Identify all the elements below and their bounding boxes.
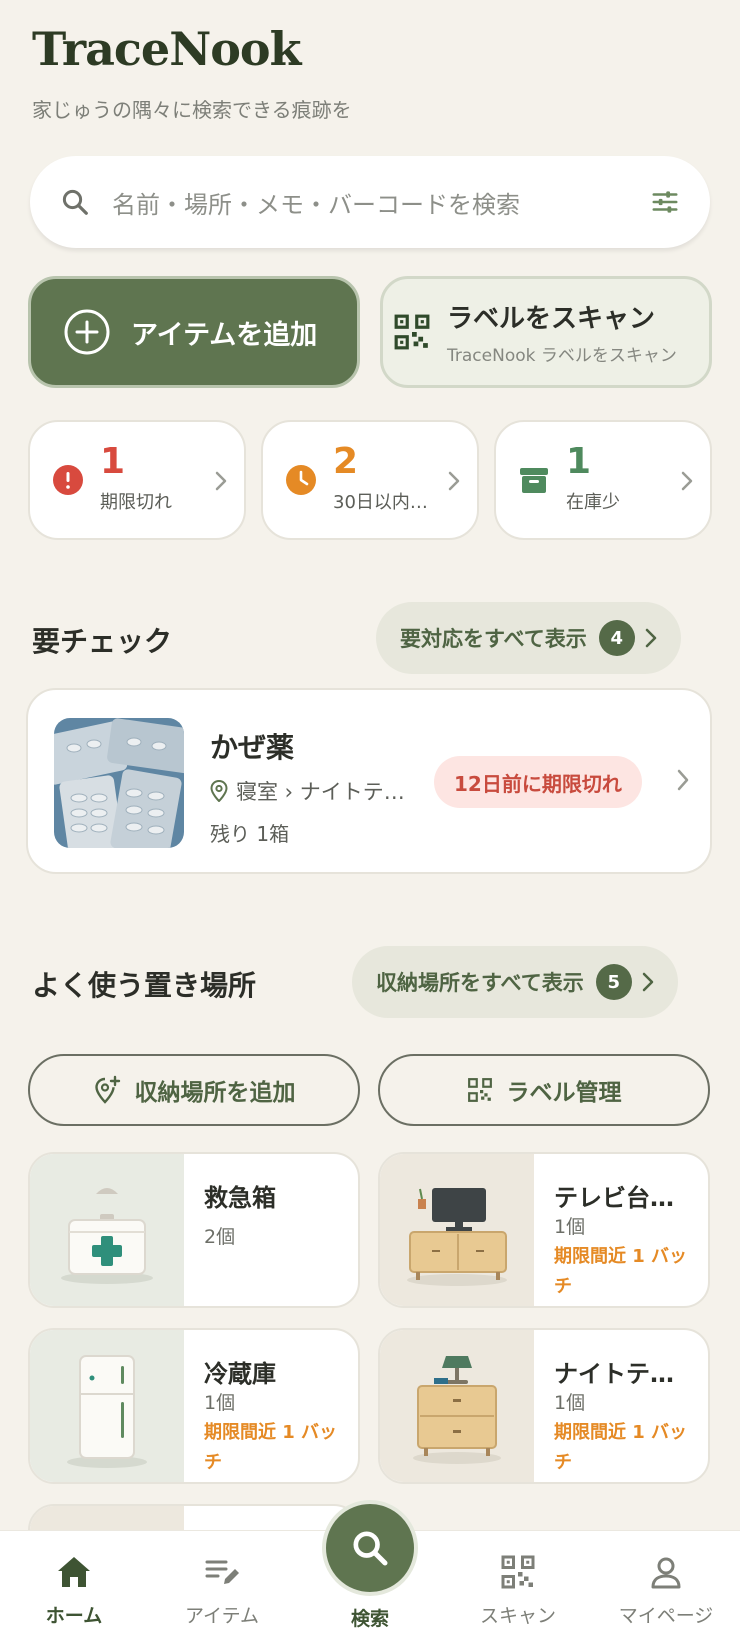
qr-code-icon <box>394 314 430 350</box>
qr-code-icon <box>467 1078 492 1102</box>
nav-scan[interactable]: スキャン <box>444 1531 592 1643</box>
nav-items[interactable]: アイテム <box>148 1531 296 1643</box>
medicine-thumbnail <box>54 718 184 848</box>
place-name: ナイトテ… <box>554 1360 674 1388</box>
manage-labels-button[interactable]: ラベル管理 <box>378 1054 710 1126</box>
stat-expiring-label: 30日以内… <box>333 492 428 513</box>
nightstand-illustration <box>380 1330 534 1482</box>
stat-expired-label: 期限切れ <box>100 492 172 513</box>
place-name: テレビ台… <box>554 1184 674 1212</box>
view-all-places-button[interactable]: 収納場所をすべて表示 5 <box>352 946 678 1018</box>
nav-home-label: ホーム <box>45 1605 103 1627</box>
tv-stand-illustration <box>380 1154 534 1306</box>
user-icon <box>651 1557 681 1589</box>
add-place-label: 収納場所を追加 <box>134 1080 296 1106</box>
home-icon <box>58 1557 90 1587</box>
place-item-count: 1個 <box>554 1216 586 1238</box>
chevron-right-icon <box>642 972 653 992</box>
search-bar[interactable]: 名前・場所・メモ・バーコードを検索 <box>30 156 710 248</box>
place-item-count: 2個 <box>204 1226 236 1248</box>
app-title: TraceNook <box>32 22 301 76</box>
scan-label-title: ラベルをスキャン <box>447 304 656 334</box>
item-name: かぜ薬 <box>210 731 295 764</box>
item-quantity: 残り 1箱 <box>210 822 290 846</box>
qr-code-icon <box>501 1555 535 1589</box>
stat-expiring-count: 2 <box>333 441 359 482</box>
view-all-places-label: 収納場所をすべて表示 <box>376 971 584 995</box>
nav-home[interactable]: ホーム <box>0 1531 148 1643</box>
nav-items-label: アイテム <box>184 1605 260 1627</box>
search-input[interactable]: 名前・場所・メモ・バーコードを検索 <box>112 185 650 220</box>
item-location-text: 寝室 › ナイトテ… <box>236 780 405 804</box>
app-subtitle: 家じゅうの隅々に検索できる痕跡を <box>32 98 352 122</box>
place-card-fridge[interactable]: 冷蔵庫 1個 期限間近 1 バッチ <box>28 1328 360 1484</box>
place-name: 冷蔵庫 <box>204 1360 276 1388</box>
search-icon <box>62 189 88 215</box>
nav-scan-label: スキャン <box>479 1605 556 1627</box>
add-item-label: アイテムを追加 <box>131 319 318 351</box>
expired-status-badge: 12日前に期限切れ <box>434 756 642 808</box>
place-expiry-warning: 期限間近 1 バッチ <box>554 1246 688 1297</box>
nav-search-fab[interactable] <box>322 1500 418 1596</box>
stat-low-stock[interactable]: 1 在庫少 <box>494 420 712 540</box>
places-section-title: よく使う置き場所 <box>32 969 257 1002</box>
nav-mypage-label: マイページ <box>618 1605 714 1627</box>
stat-expiring-soon[interactable]: 2 30日以内… <box>261 420 479 540</box>
chevron-right-icon <box>677 769 689 791</box>
place-card-first-aid[interactable]: 救急箱 2個 <box>28 1152 360 1308</box>
place-item-count: 1個 <box>204 1392 236 1414</box>
attention-section-title: 要チェック <box>32 625 173 658</box>
place-name: 救急箱 <box>204 1184 276 1212</box>
chevron-right-icon <box>448 471 460 491</box>
alert-icon <box>53 465 83 495</box>
search-icon <box>353 1531 388 1566</box>
nav-mypage[interactable]: マイページ <box>592 1531 740 1643</box>
place-item-count: 1個 <box>554 1392 586 1414</box>
stat-low-stock-label: 在庫少 <box>566 492 620 513</box>
place-expiry-warning: 期限間近 1 バッチ <box>204 1422 338 1473</box>
place-card-nightstand[interactable]: ナイトテ… 1個 期限間近 1 バッチ <box>378 1328 710 1484</box>
add-item-button[interactable]: アイテムを追加 <box>28 276 360 388</box>
chevron-right-icon <box>681 471 693 491</box>
add-place-button[interactable]: 収納場所を追加 <box>28 1054 360 1126</box>
chevron-right-icon <box>215 471 227 491</box>
filter-icon[interactable] <box>650 187 680 217</box>
edit-list-icon <box>205 1560 239 1584</box>
places-count-badge: 5 <box>595 964 632 1000</box>
item-location: 寝室 › ナイトテ… <box>210 776 405 806</box>
plus-circle-icon <box>64 309 110 355</box>
nav-search-label: 検索 <box>350 1608 389 1630</box>
manage-labels-label: ラベル管理 <box>506 1080 622 1106</box>
place-expiry-warning: 期限間近 1 バッチ <box>554 1422 688 1473</box>
clock-icon <box>286 465 316 495</box>
first-aid-kit-illustration <box>30 1154 184 1306</box>
location-pin-icon <box>210 780 228 802</box>
archive-box-icon <box>520 468 548 493</box>
attention-item-card[interactable]: かぜ薬 寝室 › ナイトテ… 残り 1箱 12日前に期限切れ <box>26 688 712 874</box>
location-add-icon <box>94 1075 120 1104</box>
stat-expired[interactable]: 1 期限切れ <box>28 420 246 540</box>
stat-expired-count: 1 <box>100 441 126 482</box>
chevron-right-icon <box>645 628 656 648</box>
attention-count-badge: 4 <box>598 620 635 656</box>
stat-low-stock-count: 1 <box>566 441 592 482</box>
scan-label-subtitle: TraceNook ラベルをスキャン <box>447 346 677 366</box>
place-card-tv-stand[interactable]: テレビ台… 1個 期限間近 1 バッチ <box>378 1152 710 1308</box>
view-all-attention-button[interactable]: 要対応をすべて表示 4 <box>376 602 681 674</box>
view-all-attention-label: 要対応をすべて表示 <box>400 627 587 651</box>
scan-label-button[interactable]: ラベルをスキャン TraceNook ラベルをスキャン <box>380 276 712 388</box>
fridge-illustration <box>30 1330 184 1482</box>
